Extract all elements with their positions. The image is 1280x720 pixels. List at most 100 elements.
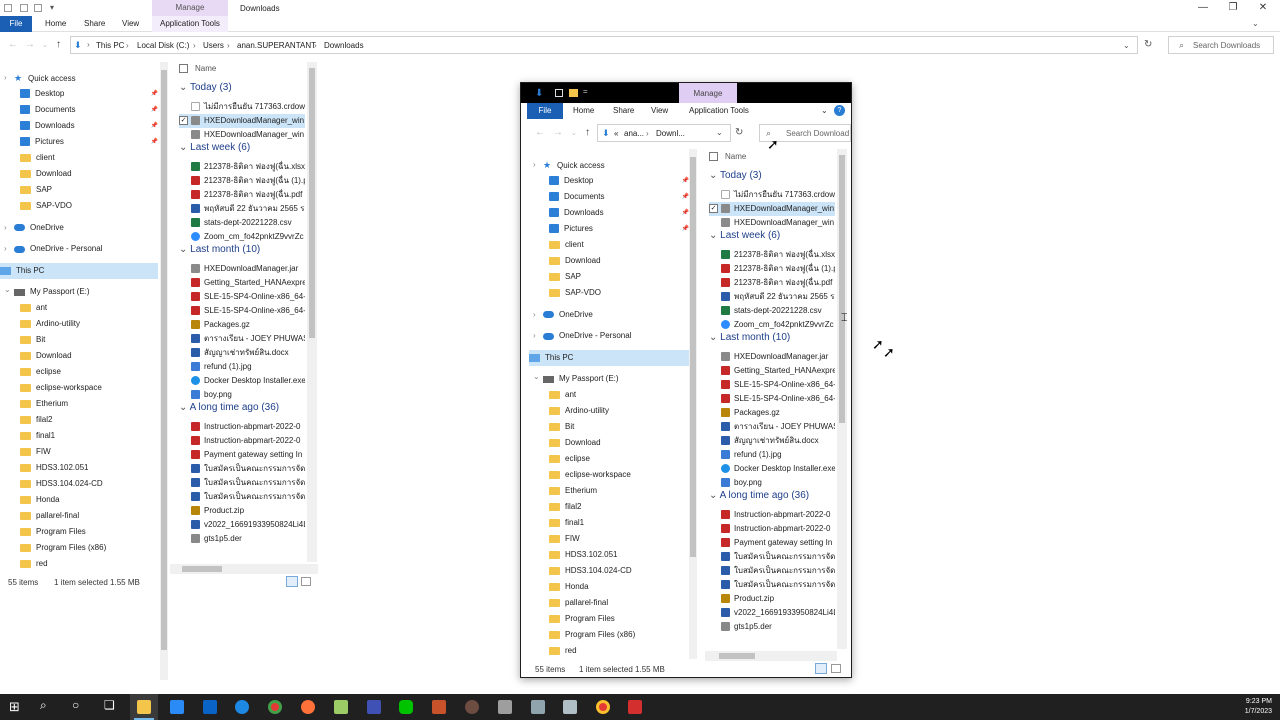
main-file-row[interactable]: stats-dept-20221228.csv <box>179 216 305 230</box>
floating-home-tab[interactable]: Home <box>573 106 594 115</box>
home-tab[interactable]: Home <box>45 19 66 28</box>
customize-icon[interactable]: = <box>583 87 588 96</box>
expand-chevron-icon[interactable]: › <box>4 73 7 82</box>
app-icon[interactable] <box>465 700 479 714</box>
task-view-icon[interactable]: ❏ <box>104 698 115 712</box>
floating-share-tab[interactable]: Share <box>613 106 634 115</box>
nav-onedrive[interactable]: OneDrive <box>14 220 158 236</box>
nav-passport-folder-10[interactable]: HDS3.102.051 <box>20 460 158 476</box>
new-folder-icon[interactable] <box>569 89 578 97</box>
float-file-row[interactable]: 212378-ธิติดา ฟองฟู(ฉื่น.pdf <box>709 276 835 290</box>
row-checkbox[interactable]: ✓ <box>179 116 188 126</box>
breadcrumb-user[interactable]: anan.SUPERANTANT <box>237 41 316 50</box>
nav-pinned-0[interactable]: Desktop 📌 <box>20 86 158 102</box>
float-file-row[interactable]: Instruction-abpmart-2022-0 <box>709 522 835 536</box>
nav-passport-folder-0[interactable]: ant <box>20 300 158 316</box>
edge-icon[interactable] <box>235 700 249 714</box>
nav-onedrive[interactable]: OneDrive <box>543 307 689 323</box>
cortana-icon[interactable]: ○ <box>72 698 79 712</box>
nav-passport-folder-6[interactable]: Etherium <box>20 396 158 412</box>
floating-address-dropdown-icon[interactable]: ⌄ <box>716 128 723 137</box>
app-icon[interactable] <box>628 700 642 714</box>
quick-access-folder-icon[interactable] <box>34 4 42 12</box>
nav-passport-folder-15[interactable]: Program Files (x86) <box>549 627 689 643</box>
search-input[interactable]: ⌕ Search Downloads <box>1168 36 1274 54</box>
float-file-row[interactable]: ไม่มีการยืนยัน 717363.crdownload <box>709 188 835 202</box>
nav-pinned-2[interactable]: Downloads 📌 <box>20 118 158 134</box>
float-file-row[interactable]: ใบสมัครเป็นคณะกรรมการจัดสิน <box>709 550 835 564</box>
app-icon[interactable] <box>531 700 545 714</box>
nav-passport-folder-15[interactable]: Program Files (x86) <box>20 540 158 556</box>
floating-application-tools-tab[interactable]: Application Tools <box>689 106 749 115</box>
nav-passport-folder-14[interactable]: Program Files <box>549 611 689 627</box>
floating-breadcrumb-downloads[interactable]: Downl... <box>656 129 685 138</box>
horizontal-scroll-thumb[interactable] <box>182 566 222 572</box>
float-file-row[interactable]: Product.zip <box>709 592 835 606</box>
nav-passport-folder-1[interactable]: Ardino-utility <box>20 316 158 332</box>
floating-view-tab[interactable]: View <box>651 106 668 115</box>
mail-icon[interactable] <box>203 700 217 714</box>
winrar-icon[interactable] <box>432 700 446 714</box>
row-checkbox[interactable]: ✓ <box>709 204 718 214</box>
floating-file-scrollbar[interactable] <box>837 149 847 649</box>
floating-horizontal-scrollbar[interactable] <box>705 651 837 661</box>
breadcrumb-downloads[interactable]: Downloads <box>324 41 364 50</box>
main-file-row[interactable]: SLE-15-SP4-Online-x86_64-GM <box>179 290 305 304</box>
nav-pinned-3[interactable]: Pictures 📌 <box>20 134 158 150</box>
main-file-row[interactable]: refund (1).jpg <box>179 360 305 374</box>
nav-folder-3[interactable]: SAP-VDO <box>549 285 689 301</box>
collapse-chevron-icon[interactable]: ⌄ <box>4 285 11 294</box>
nav-passport-folder-16[interactable]: red <box>549 643 689 659</box>
search-icon[interactable]: ⌕ <box>40 698 47 713</box>
nav-pinned-1[interactable]: Documents 📌 <box>20 102 158 118</box>
nav-folder-3[interactable]: SAP-VDO <box>20 198 158 214</box>
forward-icon[interactable]: → <box>25 39 35 50</box>
nav-folder-0[interactable]: client <box>20 150 158 166</box>
float-file-row[interactable]: Packages.gz <box>709 406 835 420</box>
float-file-row[interactable]: v2022_16691933950824Li4Li <box>709 606 835 620</box>
taskbar-active-explorer[interactable] <box>130 694 158 720</box>
main-group-today[interactable]: ⌄ Today (3) <box>179 82 232 93</box>
nav-scroll-thumb[interactable] <box>161 70 167 650</box>
nav-passport-folder-5[interactable]: eclipse-workspace <box>549 467 689 483</box>
main-file-row[interactable]: ใบสมัครเป็นคณะกรรมการจัดสิน <box>179 490 305 504</box>
float-select-all-checkbox[interactable] <box>709 152 718 161</box>
main-column-name[interactable]: Name <box>195 64 216 73</box>
nav-folder-1[interactable]: Download <box>20 166 158 182</box>
float-file-row[interactable]: HXEDownloadManager_win <box>709 216 835 230</box>
nav-quick-access[interactable]: ★ Quick access <box>543 157 689 173</box>
float-group-last_week[interactable]: ⌄ Last week (6) <box>709 230 780 241</box>
file-scrollbar[interactable] <box>307 62 317 562</box>
address-dropdown-icon[interactable]: ⌄ <box>1123 41 1130 50</box>
nav-pinned-3[interactable]: Pictures 📌 <box>549 221 689 237</box>
nav-passport-folder-16[interactable]: red <box>20 556 158 572</box>
breadcrumb-this-pc[interactable]: This PC <box>96 41 124 50</box>
main-file-row[interactable]: ตารางเรียน - JOEY PHUWASIT ( <box>179 332 305 346</box>
floating-file-scroll-thumb[interactable] <box>839 155 845 423</box>
nav-passport-folder-13[interactable]: pallarel-final <box>549 595 689 611</box>
main-file-row[interactable]: v2022_16691933950824Li4Li <box>179 518 305 532</box>
line-icon[interactable] <box>399 700 413 714</box>
nav-folder-0[interactable]: client <box>549 237 689 253</box>
main-file-row[interactable]: ไม่มีการยืนยัน 717363.crdownload <box>179 100 305 114</box>
nav-passport-folder-8[interactable]: final1 <box>549 515 689 531</box>
nav-folder-1[interactable]: Download <box>549 253 689 269</box>
nav-folder-2[interactable]: SAP <box>20 182 158 198</box>
main-file-row[interactable]: ใบสมัครเป็นคณะกรรมการจัดสิน <box>179 476 305 490</box>
horizontal-scrollbar[interactable] <box>170 564 318 574</box>
float-file-row[interactable]: SLE-15-SP4-Online-x86_64-GM <box>709 378 835 392</box>
float-file-row[interactable]: ใบสมัครเป็นคณะกรรมการจัดสิน <box>709 564 835 578</box>
float-file-row[interactable]: 212378-ธิติดา ฟองฟู(ฉื่น.xlsx <box>709 248 835 262</box>
floating-title-bar[interactable]: ⬇ = Manage <box>521 83 851 105</box>
nav-passport-folder-5[interactable]: eclipse-workspace <box>20 380 158 396</box>
nav-passport-folder-7[interactable]: filal2 <box>549 499 689 515</box>
nav-this-pc[interactable]: This PC <box>529 349 689 366</box>
main-file-row[interactable]: gts1p5.der <box>179 532 305 546</box>
float-group-long_ago[interactable]: ⌄ A long time ago (36) <box>709 490 809 501</box>
nav-passport-folder-14[interactable]: Program Files <box>20 524 158 540</box>
nav-passport-folder-12[interactable]: Honda <box>20 492 158 508</box>
help-icon[interactable]: ? <box>834 105 845 116</box>
main-file-row[interactable]: พฤหัสบดี 22 ธันวาคม 2565 รายงาน <box>179 202 305 216</box>
nav-quick-access[interactable]: ★ Quick access <box>14 70 158 86</box>
floating-forward-icon[interactable]: → <box>553 127 563 138</box>
